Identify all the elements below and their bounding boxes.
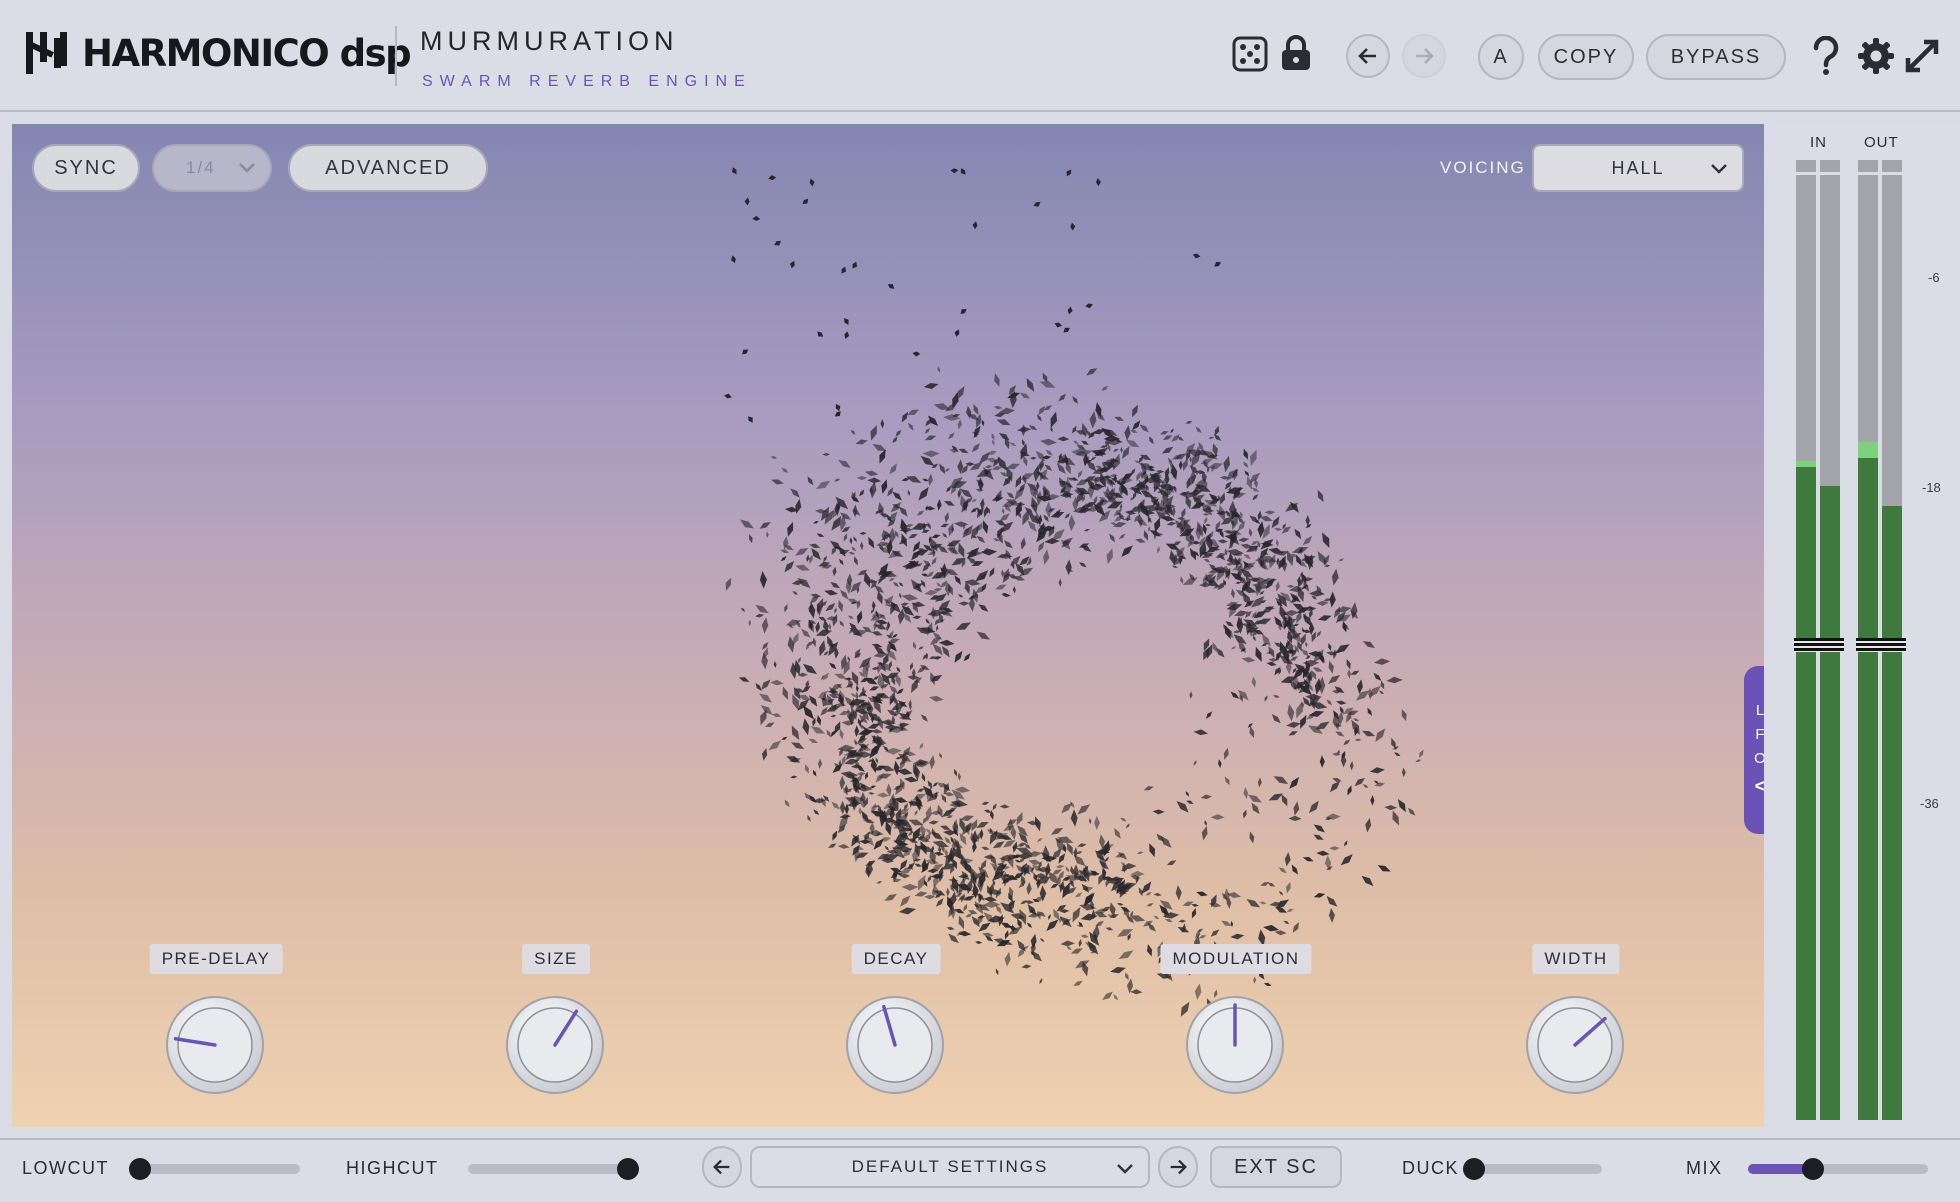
duck-slider-thumb[interactable]	[1463, 1158, 1485, 1180]
knob-label: DECAY	[851, 944, 941, 974]
duck-label: DUCK	[1402, 1158, 1460, 1178]
preset-name: DEFAULT SETTINGS	[851, 1157, 1049, 1176]
help-icon[interactable]	[1810, 36, 1842, 76]
resize-expand-icon[interactable]	[1904, 38, 1940, 74]
mix-label: MIX	[1686, 1158, 1723, 1178]
lock-icon[interactable]	[1278, 34, 1314, 72]
meter-level-fill	[1882, 505, 1902, 1120]
bypass-button[interactable]: BYPASS	[1646, 34, 1786, 80]
voicing-select[interactable]: HALL	[1532, 144, 1744, 192]
modulation-knob[interactable]	[1184, 994, 1286, 1096]
preset-prev-button[interactable]	[702, 1146, 742, 1188]
ext-sc-button[interactable]: EXT SC	[1210, 1146, 1342, 1188]
meter-peak	[1858, 441, 1878, 458]
duck-slider-track[interactable]	[1474, 1164, 1602, 1174]
meter-scale-label: -6	[1928, 270, 1940, 285]
sync-division-select[interactable]: 1/4	[152, 144, 272, 192]
arrow-left-icon	[1358, 48, 1376, 64]
highcut-slider-thumb[interactable]	[617, 1158, 639, 1180]
gain-fader-handle[interactable]	[1856, 638, 1906, 652]
advanced-button[interactable]: ADVANCED	[288, 144, 488, 192]
chevron-down-icon	[239, 163, 255, 173]
meter-out-label: OUT	[1864, 134, 1899, 151]
sync-division-value: 1/4	[186, 158, 216, 177]
arrow-left-icon	[713, 1159, 730, 1175]
lowcut-label: LOWCUT	[22, 1158, 109, 1178]
voicing-value: HALL	[1611, 157, 1665, 178]
lowcut-slider-thumb[interactable]	[129, 1158, 151, 1180]
plugin-subtitle: SWARM REVERB ENGINE	[422, 73, 752, 90]
knob-label: SIZE	[522, 944, 590, 974]
settings-gear-icon[interactable]	[1856, 36, 1896, 76]
knob-label: MODULATION	[1160, 944, 1312, 974]
ab-compare-button[interactable]: A	[1478, 34, 1524, 80]
meter-peak	[1796, 461, 1816, 468]
chevron-down-icon	[1117, 1164, 1133, 1174]
lowcut-slider-track[interactable]	[140, 1164, 300, 1174]
size-knob[interactable]	[504, 994, 606, 1096]
randomize-dice-icon[interactable]	[1232, 36, 1268, 72]
meter-scale-label: -36	[1920, 796, 1939, 811]
preset-next-button[interactable]	[1158, 1146, 1198, 1188]
width-knob[interactable]	[1524, 994, 1626, 1096]
meter-panel: IN OUT -6 -18 -36	[1776, 124, 1960, 1127]
brand-name: HARMONICO dsp	[82, 31, 412, 75]
lfo-panel-tab[interactable]: L F O <	[1744, 666, 1764, 834]
copy-button[interactable]: COPY	[1538, 34, 1634, 80]
meter-level-fill	[1796, 467, 1816, 1120]
knob-label: WIDTH	[1532, 944, 1620, 974]
meter-level-fill	[1820, 486, 1840, 1120]
gain-fader-handle[interactable]	[1794, 638, 1844, 652]
sync-button[interactable]: SYNC	[32, 144, 140, 192]
decay-knob[interactable]	[844, 994, 946, 1096]
brand-logo: HARMONICO dsp	[24, 28, 412, 78]
mix-slider-thumb[interactable]	[1801, 1158, 1824, 1180]
undo-button[interactable]	[1346, 34, 1390, 78]
meter-in-label: IN	[1810, 134, 1827, 151]
header: HARMONICO dsp MURMURATION SWARM REVERB E…	[0, 0, 1960, 112]
meter-scale-label: -18	[1922, 480, 1941, 495]
swarm-visualizer[interactable]: SYNC 1/4 ADVANCED VOICING HALL PRE-DELAY…	[12, 124, 1764, 1127]
plugin-title: MURMURATION	[420, 26, 679, 56]
lfo-letter: L	[1755, 702, 1764, 719]
lfo-letter: O	[1754, 750, 1764, 767]
preset-select[interactable]: DEFAULT SETTINGS	[750, 1146, 1150, 1188]
highcut-label: HIGHCUT	[346, 1158, 439, 1178]
knob-label: PRE-DELAY	[149, 944, 283, 974]
arrow-right-icon	[1416, 48, 1434, 64]
starling-flock-visual	[724, 167, 1424, 1017]
chevron-left-icon: <	[1754, 776, 1764, 796]
redo-button[interactable]	[1402, 34, 1446, 78]
highcut-slider-track[interactable]	[468, 1164, 628, 1174]
pre-delay-knob[interactable]	[164, 994, 266, 1096]
meter-level-fill	[1858, 457, 1878, 1120]
lfo-letter: F	[1755, 726, 1764, 743]
voicing-label: VOICING	[1440, 158, 1526, 177]
header-divider	[395, 26, 397, 86]
chevron-down-icon	[1711, 164, 1727, 174]
arrow-right-icon	[1170, 1159, 1187, 1175]
harmonico-logo-icon	[26, 32, 67, 74]
